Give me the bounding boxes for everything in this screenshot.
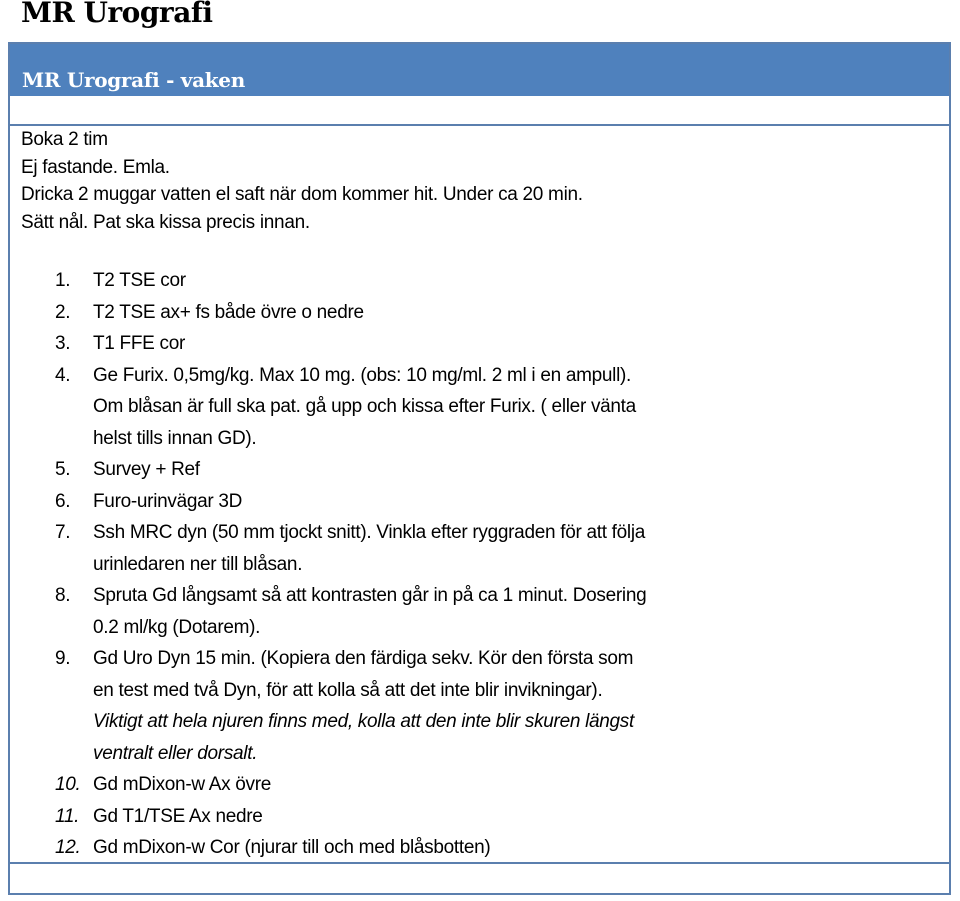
item-text: en test med två Dyn, för att kolla så at… bbox=[93, 679, 603, 701]
protocol-table: MR Urografi - vaken Boka 2 tim Ej fastan… bbox=[8, 42, 951, 895]
item-note: ventralt eller dorsalt. bbox=[93, 742, 258, 764]
content-row: Boka 2 tim Ej fastande. Emla. Dricka 2 m… bbox=[10, 126, 949, 864]
item-text: Gd T1/TSE Ax nedre bbox=[93, 805, 263, 827]
list-item: 7. Ssh MRC dyn (50 mm tjockt snitt). Vin… bbox=[55, 517, 715, 580]
table-header-row: MR Urografi - vaken bbox=[10, 44, 949, 96]
item-note: Viktigt att hela njuren finns med, kolla… bbox=[93, 711, 634, 732]
list-item: 4. Ge Furix. 0,5mg/kg. Max 10 mg. (obs: … bbox=[55, 360, 715, 455]
item-number: 2. bbox=[55, 301, 71, 323]
item-number: 10. bbox=[55, 774, 81, 795]
item-number: 11. bbox=[55, 805, 80, 827]
item-text: T1 FFE cor bbox=[93, 333, 186, 354]
item-text: Furo-urinvägar 3D bbox=[93, 490, 243, 512]
list-item: 8. Spruta Gd långsamt så att kontrasten … bbox=[55, 580, 715, 643]
document-title: MR Urografi bbox=[21, 0, 213, 29]
item-text: Gd mDixon-w Ax övre bbox=[93, 774, 272, 795]
item-text: Spruta Gd långsamt så att kontrasten går… bbox=[93, 585, 647, 606]
item-text: T2 TSE cor bbox=[93, 270, 186, 291]
item-text: Gd Uro Dyn 15 min. (Kopiera den färdiga … bbox=[93, 648, 634, 669]
list-item: 5. Survey + Ref bbox=[55, 454, 715, 486]
item-number: 9. bbox=[55, 648, 71, 669]
item-number: 6. bbox=[55, 490, 71, 512]
item-number: 5. bbox=[55, 459, 71, 480]
item-text: T2 TSE ax+ fs både övre o nedre bbox=[93, 301, 364, 323]
item-text: urinledaren ner till blåsan. bbox=[93, 553, 303, 575]
item-number: 4. bbox=[55, 364, 71, 386]
sequence-list: 1. T2 TSE cor 2. T2 TSE ax+ fs både övre… bbox=[55, 265, 715, 864]
item-text: Ge Furix. 0,5mg/kg. Max 10 mg. (obs: 10 … bbox=[93, 364, 632, 386]
item-number: 8. bbox=[55, 585, 71, 606]
intro-text: Boka 2 tim Ej fastande. Emla. Dricka 2 m… bbox=[21, 126, 583, 236]
blank-footer-row bbox=[10, 864, 949, 893]
intro-line: Dricka 2 muggar vatten el saft när dom k… bbox=[21, 184, 583, 205]
intro-line: Ej fastande. Emla. bbox=[21, 156, 170, 178]
item-text: Ssh MRC dyn (50 mm tjockt snitt). Vinkla… bbox=[93, 522, 646, 543]
intro-line: Sätt nål. Pat ska kissa precis innan. bbox=[21, 211, 310, 233]
list-item: 1. T2 TSE cor bbox=[55, 265, 715, 297]
item-number: 3. bbox=[55, 333, 71, 354]
item-number: 7. bbox=[55, 522, 71, 543]
list-item: 12. Gd mDixon-w Cor (njurar till och med… bbox=[55, 832, 715, 864]
item-text: Survey + Ref bbox=[93, 459, 200, 480]
list-item: 2. T2 TSE ax+ fs både övre o nedre bbox=[55, 297, 715, 329]
intro-line: Boka 2 tim bbox=[21, 129, 108, 150]
item-text: Gd mDixon-w Cor (njurar till och med blå… bbox=[93, 837, 491, 858]
list-item: 11. Gd T1/TSE Ax nedre bbox=[55, 801, 715, 833]
list-item: 6. Furo-urinvägar 3D bbox=[55, 486, 715, 518]
item-number: 12. bbox=[55, 837, 81, 858]
item-text: 0.2 ml/kg (Dotarem). bbox=[93, 616, 261, 638]
table-header-title: MR Urografi - vaken bbox=[22, 68, 245, 92]
item-number: 1. bbox=[55, 270, 71, 291]
item-text: helst tills innan GD). bbox=[93, 427, 257, 449]
list-item: 9. Gd Uro Dyn 15 min. (Kopiera den färdi… bbox=[55, 643, 715, 769]
item-text: Om blåsan är full ska pat. gå upp och ki… bbox=[93, 396, 636, 417]
list-item: 10. Gd mDixon-w Ax övre bbox=[55, 769, 715, 801]
blank-row bbox=[10, 96, 949, 126]
list-item: 3. T1 FFE cor bbox=[55, 328, 715, 360]
